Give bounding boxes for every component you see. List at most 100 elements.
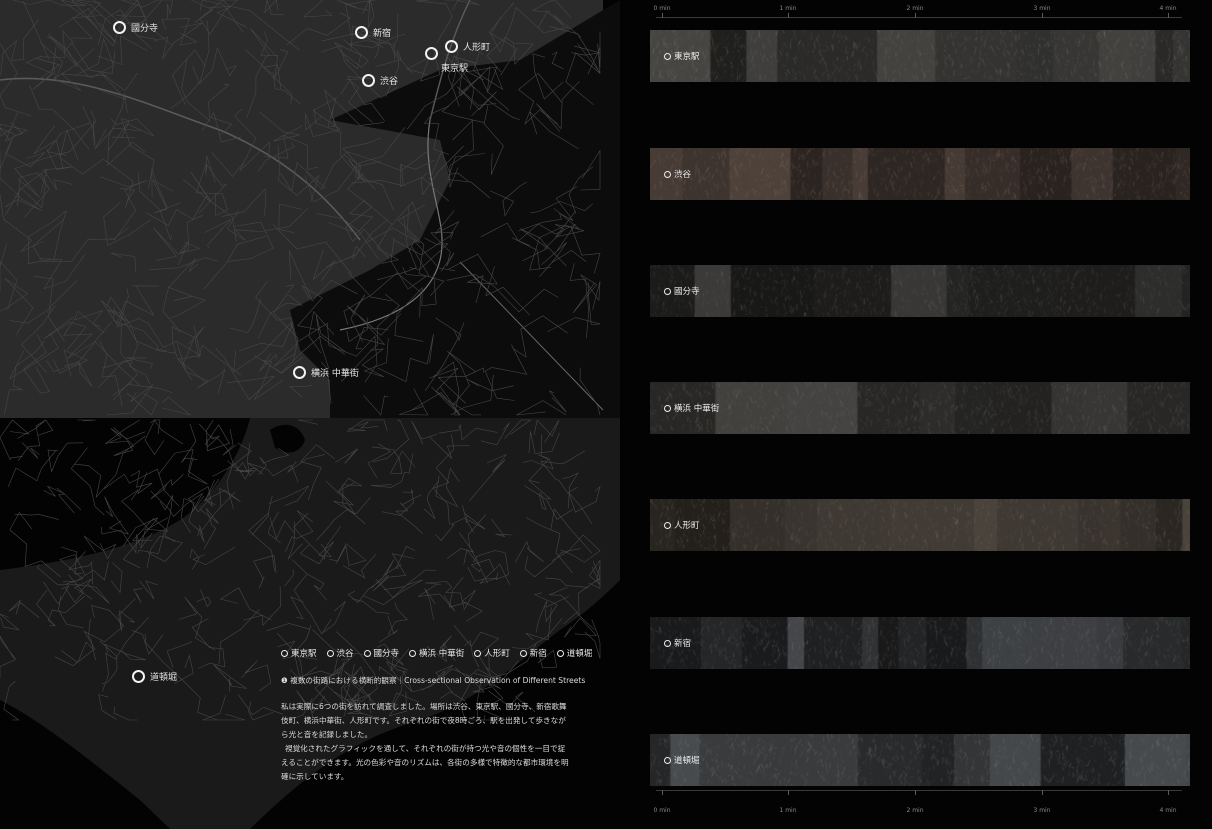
strip-label: 人形町 <box>664 519 700 531</box>
axis-tick <box>1168 790 1169 795</box>
legend-label: 東京駅 <box>291 649 317 659</box>
legend-item[interactable]: 國分寺 <box>363 647 400 659</box>
legend-circle-icon <box>363 649 371 657</box>
legend-label: 國分寺 <box>373 649 400 659</box>
pin-label: 國分寺 <box>131 24 159 34</box>
legend-item[interactable]: 渋谷 <box>326 647 354 659</box>
map-pin-tokyo-station[interactable] <box>425 47 443 60</box>
strip-row-ningyocho[interactable]: 人形町 <box>650 499 1190 551</box>
legend: 東京駅 渋谷 國分寺 横浜 中華街 人形町 新宿 道頓堀 <box>281 647 592 659</box>
strip-row-shibuya[interactable]: 渋谷 <box>650 148 1190 200</box>
pin-circle-icon <box>113 21 126 34</box>
strip-label: 國分寺 <box>664 285 700 297</box>
strip-circle-icon <box>664 170 671 178</box>
axis-tick <box>915 13 916 18</box>
map-pin-shibuya[interactable]: 渋谷 <box>362 74 398 87</box>
strip-circle-icon <box>664 756 671 764</box>
axis-tick-label: 2 min <box>906 807 924 814</box>
pin-label-tokyo-station: 東京駅 <box>441 64 469 74</box>
pin-label: 人形町 <box>463 43 491 53</box>
legend-circle-icon <box>519 649 527 657</box>
axis-tick-label: 0 min <box>653 807 671 814</box>
figure-caption: ❶ 複数の街路における横断的観察｜Cross-sectional Observa… <box>281 676 586 685</box>
legend-circle-icon <box>556 649 564 657</box>
axis-tick <box>1042 790 1043 795</box>
axis-tick-label: 1 min <box>779 807 797 814</box>
strip-row-dotonbori[interactable]: 道頓堀 <box>650 734 1190 786</box>
axis-tick <box>662 13 663 18</box>
pin-circle-icon <box>132 670 145 683</box>
pin-circle-icon <box>445 40 458 53</box>
axis-tick-label: 1 min <box>779 5 797 12</box>
map-pin-dotonbori[interactable]: 道頓堀 <box>132 670 177 683</box>
axis-tick-label: 3 min <box>1033 5 1051 12</box>
legend-label: 渋谷 <box>336 649 354 659</box>
map-pin-ningyocho[interactable]: 人形町 <box>445 40 490 53</box>
strip-label-text: 國分寺 <box>674 287 700 297</box>
axis-line <box>656 790 1182 791</box>
body-paragraph: 視覚化されたグラフィックを通して、それぞれの街が持つ光や音の個性を一目で捉えるこ… <box>281 744 569 781</box>
pin-circle-icon <box>425 47 438 60</box>
strip-label: 渋谷 <box>664 168 691 180</box>
timeline-panel: 0 min 1 min 2 min 3 min 4 min 東京駅 渋谷 國分寺… <box>620 0 1212 829</box>
strip-label-text: 横浜 中華街 <box>674 404 720 414</box>
pin-label: 新宿 <box>373 29 392 39</box>
axis-tick-label: 4 min <box>1159 5 1177 12</box>
time-axis-bottom: 0 min 1 min 2 min 3 min 4 min <box>620 786 1212 814</box>
pin-label: 道頓堀 <box>150 673 178 683</box>
axis-tick-label: 0 min <box>653 5 671 12</box>
strip-row-tokyo-station[interactable]: 東京駅 <box>650 30 1190 82</box>
axis-tick <box>788 13 789 18</box>
legend-label: 新宿 <box>529 649 547 659</box>
time-axis-top: 0 min 1 min 2 min 3 min 4 min <box>620 0 1212 20</box>
strip-label: 東京駅 <box>664 50 700 62</box>
strip-visualization <box>650 148 1190 200</box>
body-text: 私は実際に6つの街を訪れて調査しました。場所は渋谷、東京駅、國分寺、新宿歌舞伎町… <box>281 700 571 784</box>
strip-row-yokohama-chinatown[interactable]: 横浜 中華街 <box>650 382 1190 434</box>
strip-row-shinjuku[interactable]: 新宿 <box>650 617 1190 669</box>
axis-tick <box>1042 13 1043 18</box>
axis-tick <box>915 790 916 795</box>
strip-visualization <box>650 734 1190 786</box>
axis-tick-label: 3 min <box>1033 807 1051 814</box>
axis-tick-label: 4 min <box>1159 807 1177 814</box>
legend-label: 横浜 中華街 <box>419 649 465 659</box>
legend-item[interactable]: 新宿 <box>519 647 547 659</box>
pin-circle-icon <box>355 26 368 39</box>
axis-tick <box>788 790 789 795</box>
map-pin-kokubunji[interactable]: 國分寺 <box>113 21 158 34</box>
strip-label-text: 東京駅 <box>674 52 700 62</box>
pin-label: 横浜 中華街 <box>311 369 359 379</box>
strip-circle-icon <box>664 404 671 412</box>
strip-visualization <box>650 265 1190 317</box>
legend-circle-icon <box>474 649 482 657</box>
strip-label: 道頓堀 <box>664 754 700 766</box>
map-pin-yokohama-chinatown[interactable]: 横浜 中華街 <box>293 366 359 379</box>
legend-circle-icon <box>326 649 334 657</box>
legend-circle-icon <box>409 649 417 657</box>
strip-visualization <box>650 499 1190 551</box>
strip-label-text: 道頓堀 <box>674 756 700 766</box>
strip-visualization <box>650 30 1190 82</box>
legend-label: 人形町 <box>484 649 510 659</box>
axis-tick-label: 2 min <box>906 5 924 12</box>
strip-circle-icon <box>664 521 671 529</box>
pin-circle-icon <box>293 366 306 379</box>
strip-row-kokubunji[interactable]: 國分寺 <box>650 265 1190 317</box>
strip-label-text: 人形町 <box>674 521 700 531</box>
strip-label-text: 渋谷 <box>674 170 692 180</box>
legend-item[interactable]: 道頓堀 <box>556 647 592 659</box>
legend-item[interactable]: 人形町 <box>474 647 510 659</box>
strip-label: 新宿 <box>664 637 691 649</box>
axis-tick <box>662 790 663 795</box>
strip-label-text: 新宿 <box>674 639 692 649</box>
pin-circle-icon <box>362 74 375 87</box>
legend-item[interactable]: 東京駅 <box>281 647 317 659</box>
body-paragraph: 私は実際に6つの街を訪れて調査しました。場所は渋谷、東京駅、國分寺、新宿歌舞伎町… <box>281 702 567 739</box>
axis-line <box>656 17 1182 18</box>
strip-visualization <box>650 617 1190 669</box>
map-pin-shinjuku[interactable]: 新宿 <box>355 26 391 39</box>
legend-item[interactable]: 横浜 中華街 <box>409 647 464 659</box>
strip-label: 横浜 中華街 <box>664 402 719 414</box>
legend-circle-icon <box>281 649 288 657</box>
